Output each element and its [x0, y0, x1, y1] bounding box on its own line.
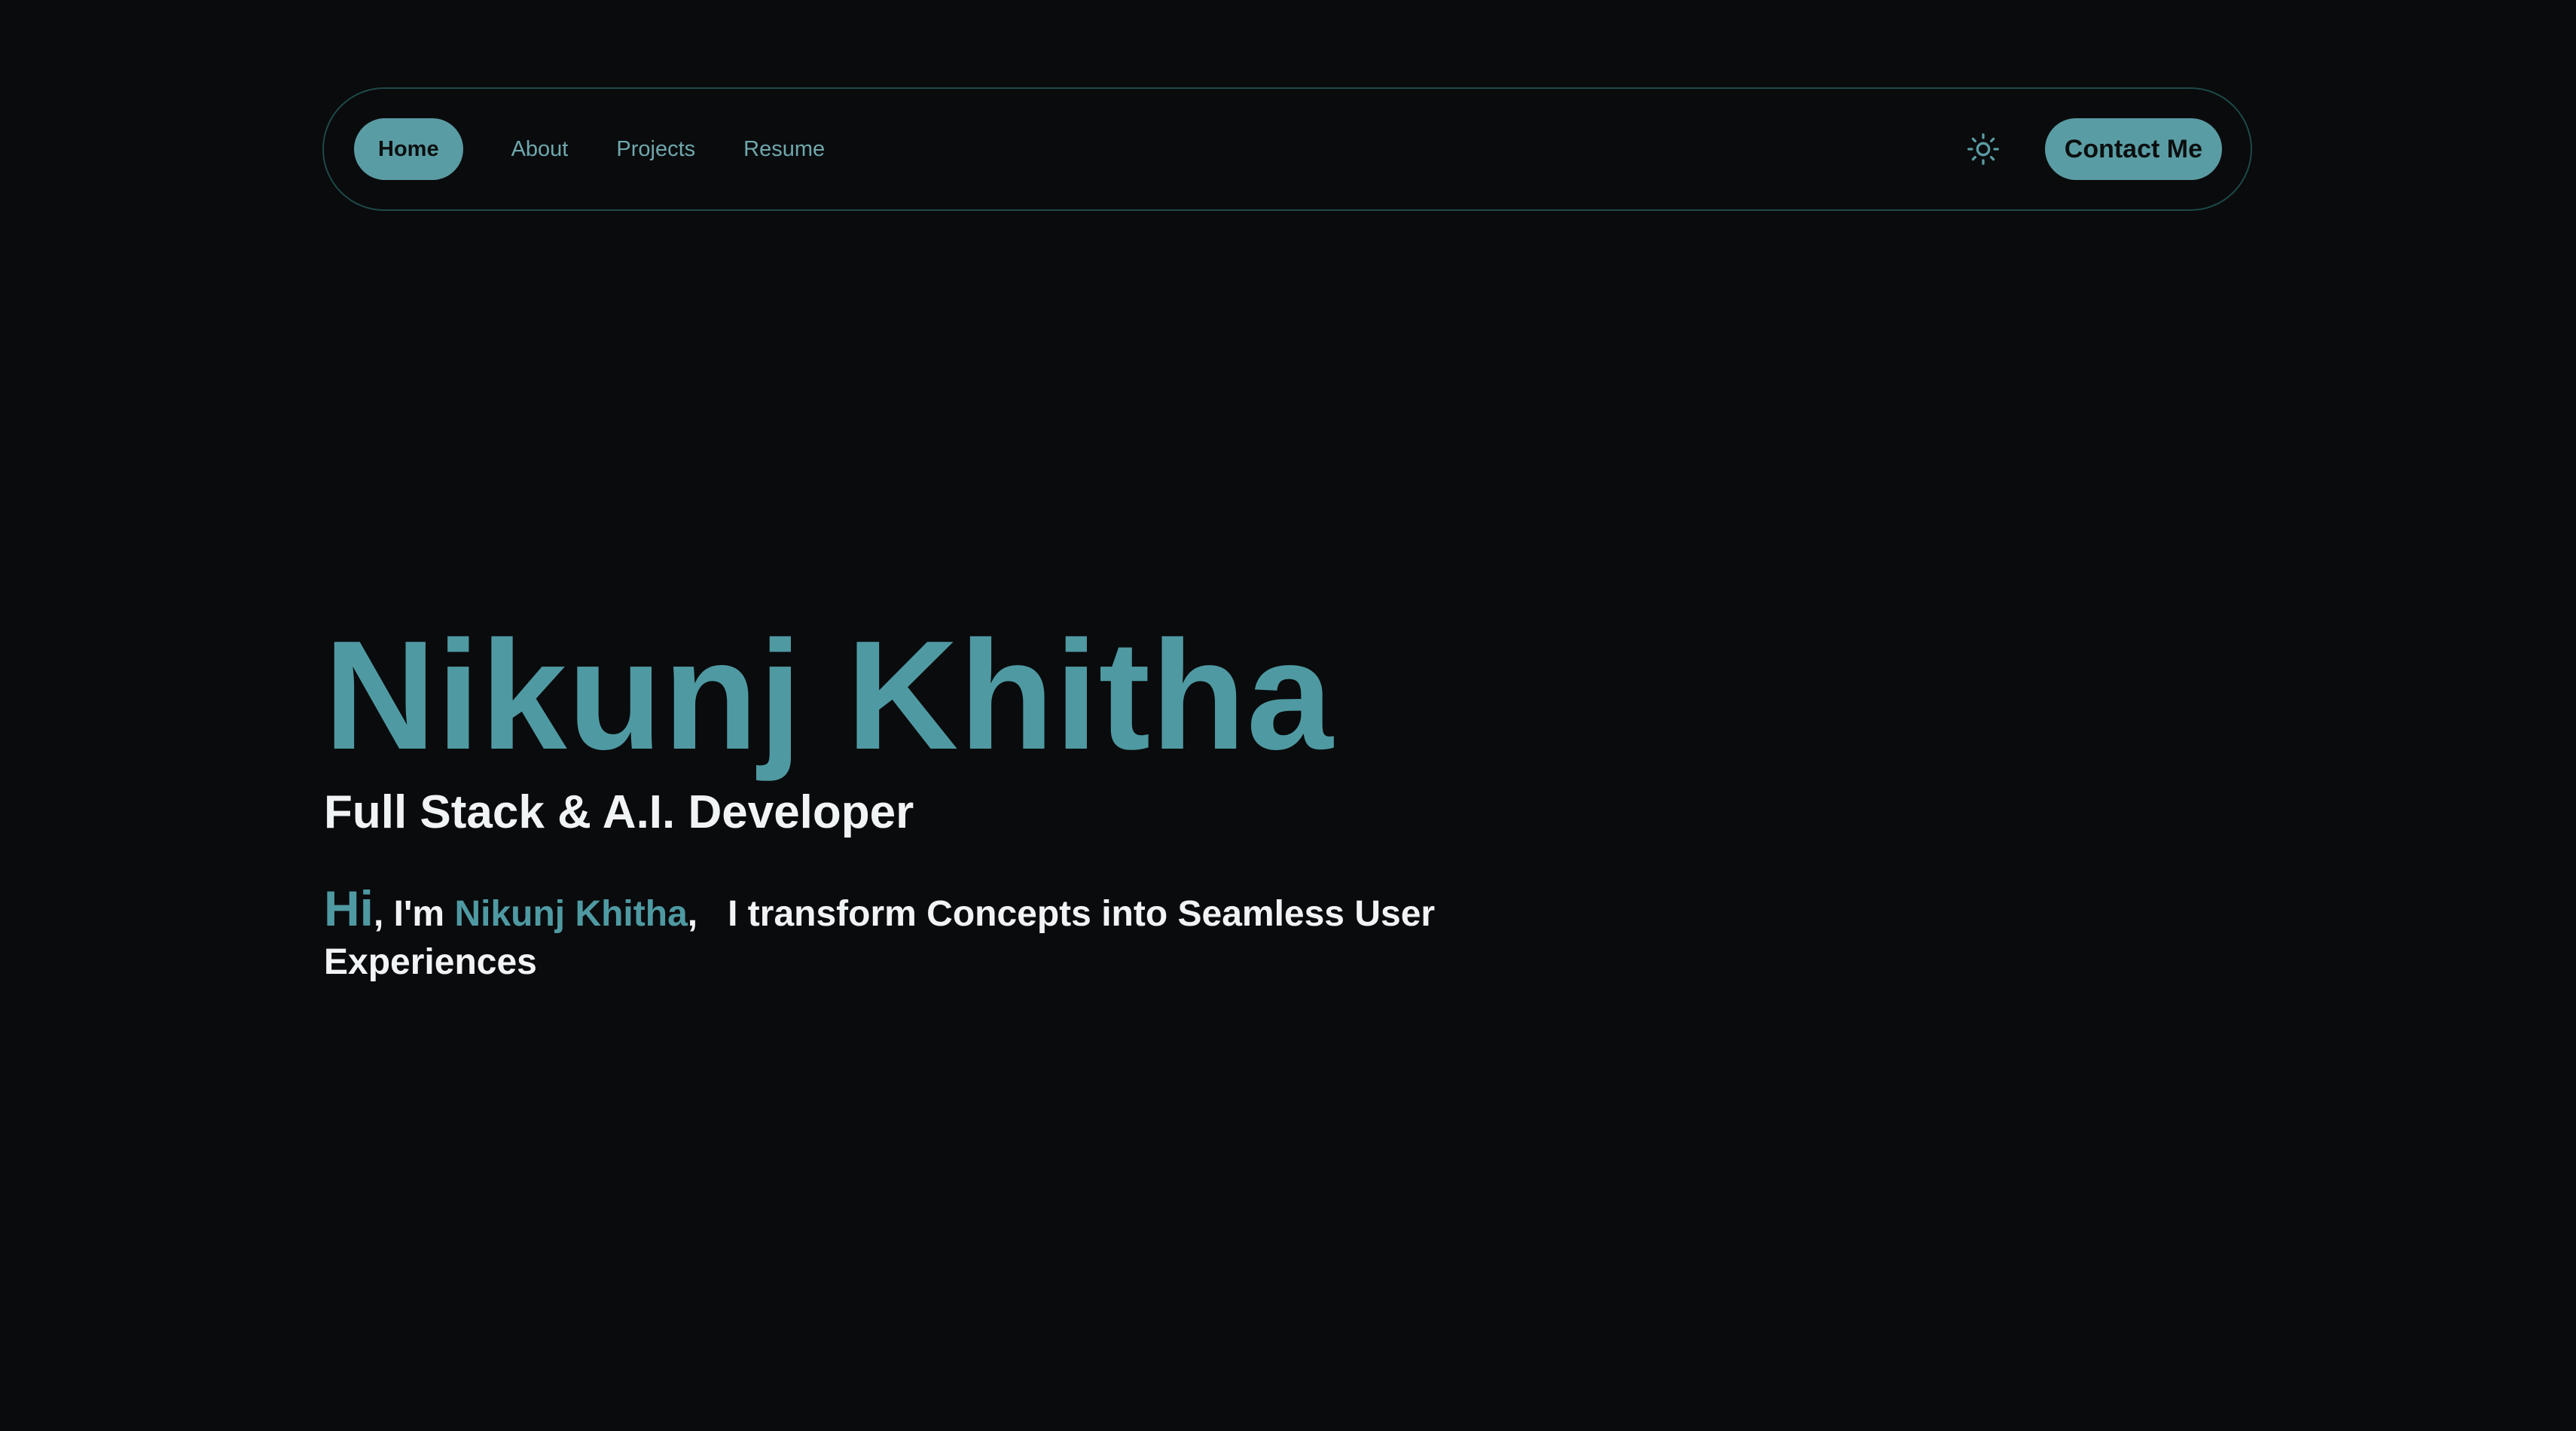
nav-home-link[interactable]: Home [354, 118, 463, 180]
intro-im: , I'm [374, 894, 455, 934]
hero-name: Nikunj Khitha [324, 609, 1334, 782]
hero-section: Nikunj Khitha Full Stack & A.I. Develope… [324, 618, 1529, 987]
sun-icon [1967, 133, 1999, 165]
nav-projects-link[interactable]: Projects [592, 137, 719, 162]
hero-role: Full Stack & A.I. Developer [324, 786, 914, 838]
contact-me-button[interactable]: Contact Me [2044, 118, 2222, 180]
navbar: Home About Projects Resume Contact Me [322, 87, 2252, 211]
theme-toggle-button[interactable] [1955, 121, 2012, 178]
nav-resume-link[interactable]: Resume [719, 137, 849, 162]
intro-name: Nikunj Khitha [454, 894, 688, 934]
hero-intro: Hi, I'm Nikunj Khitha, I transform Conce… [324, 883, 1469, 987]
intro-hi: Hi [324, 880, 374, 936]
nav-links: Home About Projects Resume [354, 118, 849, 180]
nav-about-link[interactable]: About [487, 137, 593, 162]
